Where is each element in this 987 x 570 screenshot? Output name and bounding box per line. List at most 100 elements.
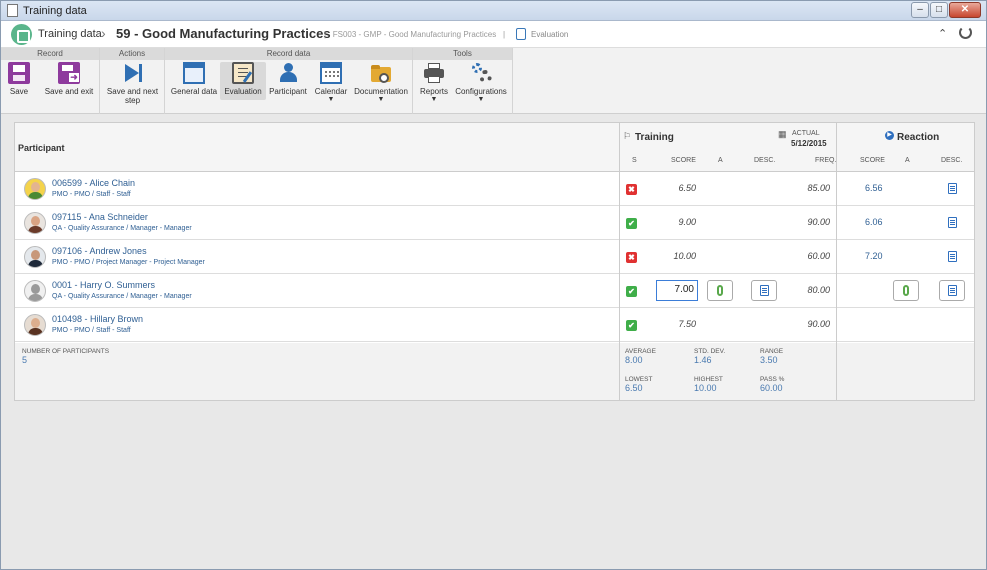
participant-label: Participant [269, 87, 307, 96]
training-score[interactable]: 10.00 [656, 251, 696, 261]
group-record-data: Record data General data Evaluation Part… [165, 48, 413, 114]
configurations-button[interactable]: Configurations ▼ [455, 62, 507, 103]
participant-role: PMO - PMO / Staff - Staff [52, 191, 131, 198]
reports-button[interactable]: Reports ▼ [417, 62, 451, 103]
participant-name[interactable]: 010498 - Hillary Brown [52, 314, 143, 324]
reaction-attachment-button[interactable] [893, 280, 919, 301]
training-score[interactable]: 6.50 [656, 183, 696, 193]
window-icon [183, 62, 205, 84]
group-label: Record [1, 48, 99, 60]
pass-status-icon: ✔ [626, 286, 637, 297]
table-row[interactable]: 097115 - Ana Schneider QA - Quality Assu… [15, 206, 974, 240]
actual-label: ACTUAL [792, 130, 820, 137]
record-header: Training data › 59 - Good Manufacturing … [1, 21, 986, 48]
calendar-icon [320, 62, 342, 84]
description-button[interactable] [751, 280, 777, 301]
avatar-placeholder [24, 280, 46, 302]
group-label: Tools [413, 48, 512, 60]
separator: | [503, 30, 506, 39]
frequency: 80.00 [807, 285, 830, 295]
play-icon: ▶ [885, 131, 894, 140]
configurations-label: Configurations [455, 87, 507, 96]
participant-role: QA - Quality Assurance / Manager - Manag… [52, 225, 192, 232]
general-data-button[interactable]: General data [169, 62, 219, 96]
calendar-button[interactable]: Calendar ▼ [311, 62, 351, 103]
application-window: Training data – □ ✕ Training data › 59 -… [0, 0, 987, 570]
evaluation-label: Evaluation [224, 87, 262, 96]
record-code: | FS003 - GMP - Good Manufacturing Pract… [324, 30, 497, 39]
col-attachment: A [718, 157, 723, 164]
frequency: 90.00 [807, 319, 830, 329]
document-icon[interactable] [948, 183, 957, 194]
page-title: 59 - Good Manufacturing Practices [116, 26, 331, 41]
printer-icon [423, 62, 445, 84]
participant-name[interactable]: 006599 - Alice Chain [52, 178, 135, 188]
evaluation-grid: Participant ⚐ Training ▦ ACTUAL 5/12/201… [14, 122, 975, 401]
training-section-title: Training [635, 132, 674, 143]
reaction-section-title: Reaction [897, 132, 940, 143]
document-icon[interactable] [948, 251, 957, 262]
participant-role: QA - Quality Assurance / Manager - Manag… [52, 293, 192, 300]
caret-down-icon: ▼ [430, 96, 438, 103]
caret-down-icon: ▼ [477, 96, 485, 103]
training-score[interactable]: 7.50 [656, 319, 696, 329]
group-label: Record data [165, 48, 412, 60]
pass-percent-label: PASS % [760, 376, 785, 383]
table-row[interactable]: 006599 - Alice Chain PMO - PMO / Staff -… [15, 172, 974, 206]
reaction-score: 7.20 [865, 251, 883, 261]
average-label: AVERAGE [625, 348, 656, 355]
training-score[interactable]: 9.00 [656, 217, 696, 227]
table-row[interactable]: 010498 - Hillary Brown PMO - PMO / Staff… [15, 308, 974, 342]
lowest-label: LOWEST [625, 376, 653, 383]
attachment-button[interactable] [707, 280, 733, 301]
table-row[interactable]: 0001 - Harry O. Summers QA - Quality Ass… [15, 274, 974, 308]
save-exit-button[interactable]: ➜ Save and exit [41, 62, 97, 96]
save-icon [8, 62, 30, 84]
save-next-step-button[interactable]: Save and next step [104, 62, 161, 105]
document-icon [760, 285, 769, 296]
col-status: S [632, 157, 637, 164]
table-row[interactable]: 097106 - Andrew Jones PMO - PMO / Projec… [15, 240, 974, 274]
evaluation-icon [516, 28, 526, 40]
participants-count: 5 [22, 355, 28, 365]
participant-name[interactable]: 097115 - Ana Schneider [52, 212, 148, 222]
document-icon [948, 285, 957, 296]
column-divider [619, 123, 620, 400]
participant-name[interactable]: 0001 - Harry O. Summers [52, 280, 155, 290]
statistics-footer: NUMBER OF PARTICIPANTS 5 AVERAGE 8.00 ST… [15, 343, 974, 400]
participant-name[interactable]: 097106 - Andrew Jones [52, 246, 147, 256]
evaluation-button[interactable]: Evaluation [220, 62, 266, 100]
close-button[interactable]: ✕ [949, 2, 981, 18]
col-reaction-score: SCORE [860, 157, 885, 164]
documentation-button[interactable]: Documentation ▼ [353, 62, 409, 103]
toolbar-ribbon: Record Save ➜ Save and exit Actions Save… [1, 48, 986, 114]
minimize-button[interactable]: – [911, 2, 929, 18]
participant-button[interactable]: Participant [268, 62, 308, 96]
breadcrumb-root[interactable]: Training data [38, 28, 102, 40]
score-input[interactable]: 7.00 [656, 280, 698, 301]
save-next-label-2: step [124, 96, 141, 105]
caret-down-icon: ▼ [327, 96, 335, 103]
participant-icon [277, 62, 299, 84]
documentation-label: Documentation [354, 87, 408, 96]
maximize-button[interactable]: □ [930, 2, 948, 18]
document-icon[interactable] [948, 217, 957, 228]
reaction-description-button[interactable] [939, 280, 965, 301]
folder-icon [370, 62, 392, 84]
reaction-score: 6.56 [865, 183, 883, 193]
range-value: 3.50 [760, 355, 778, 365]
actual-date: 5/12/2015 [791, 139, 827, 148]
save-exit-label: Save and exit [44, 87, 94, 96]
range-label: RANGE [760, 348, 784, 355]
calendar-label: Calendar [314, 87, 348, 96]
save-exit-icon: ➜ [58, 62, 80, 84]
document-icon [7, 4, 18, 17]
collapse-icon[interactable]: ⌃ [938, 27, 947, 40]
fail-status-icon: ✖ [626, 184, 637, 195]
refresh-icon[interactable] [959, 26, 972, 39]
save-button[interactable]: Save [7, 62, 31, 96]
save-label: Save [9, 87, 29, 96]
flag-icon: ⚐ [623, 131, 632, 141]
col-description: DESC. [754, 157, 776, 164]
participants-count-label: NUMBER OF PARTICIPANTS [22, 348, 110, 355]
